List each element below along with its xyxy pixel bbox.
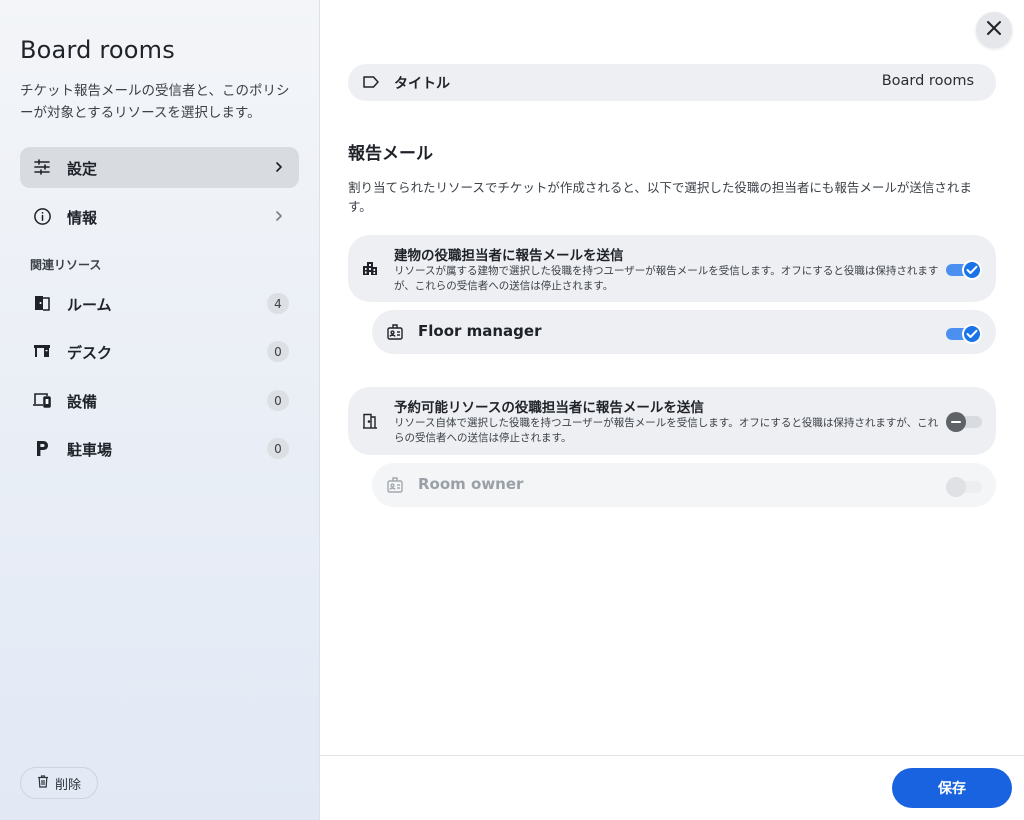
building-role-toggle[interactable]: [946, 259, 982, 281]
trash-icon: [37, 774, 49, 792]
count-badge: 0: [267, 341, 289, 362]
resource-label-desks: デスク: [67, 344, 113, 362]
parking-icon: [32, 438, 52, 458]
label-tag-icon: [362, 74, 380, 94]
resource-item-rooms[interactable]: ルーム 4: [20, 283, 299, 324]
info-icon: [32, 206, 52, 226]
resource-label-rooms: ルーム: [67, 296, 112, 314]
sliders-icon: [32, 157, 52, 177]
floor-manager-toggle[interactable]: [946, 323, 982, 345]
count-badge: 4: [267, 293, 289, 314]
policy-dialog: Board rooms チケット報告メールの受信者と、このポリシーが対象とするリ…: [0, 0, 1024, 820]
close-icon: [986, 20, 1002, 40]
building-role-description: リソースが属する建物で選択した役職を持つユーザーが報告メールを受信します。オフに…: [394, 265, 939, 292]
role-row-room-owner: Room owner: [372, 463, 996, 507]
badge-icon: [386, 323, 404, 345]
close-button[interactable]: [976, 12, 1012, 48]
resource-role-toggle[interactable]: [946, 411, 982, 433]
badge-icon: [386, 476, 404, 498]
chevron-right-icon: [271, 159, 287, 175]
role-label-floor-manager: Floor manager: [418, 322, 542, 340]
title-field-label: タイトル: [394, 76, 450, 92]
title-field[interactable]: タイトル Board rooms: [348, 64, 996, 101]
nav-label-info: 情報: [67, 209, 98, 227]
building-icon: [362, 260, 378, 280]
count-badge: 0: [267, 438, 289, 459]
sidebar-title: Board rooms: [20, 36, 175, 64]
door-icon: [32, 293, 52, 313]
role-label-room-owner: Room owner: [418, 475, 524, 493]
nav-label-settings: 設定: [67, 160, 98, 178]
resource-item-desks[interactable]: デスク 0: [20, 331, 299, 372]
delete-button[interactable]: 削除: [20, 767, 98, 799]
resource-role-description: リソース自体で選択した役職を持つユーザーが報告メールを受信します。オフにすると役…: [394, 417, 939, 444]
section-title: 報告メール: [348, 144, 433, 164]
footer-divider: [320, 755, 1024, 756]
resource-label-parking: 駐車場: [67, 441, 113, 459]
save-button[interactable]: 保存: [892, 768, 1012, 808]
sidebar-description: チケット報告メールの受信者と、このポリシーが対象とするリソースを選択します。: [20, 83, 290, 121]
resource-item-parking[interactable]: 駐車場 0: [20, 428, 299, 469]
count-badge: 0: [267, 390, 289, 411]
sidebar: Board rooms チケット報告メールの受信者と、このポリシーが対象とするリ…: [0, 0, 320, 820]
resource-role-card: 予約可能リソースの役職担当者に報告メールを送信 リソース自体で選択した役職を持つ…: [348, 387, 996, 455]
building-role-title: 建物の役職担当者に報告メールを送信: [394, 248, 624, 264]
resource-label-equipment: 設備: [67, 393, 98, 411]
room-owner-toggle: [946, 476, 982, 498]
devices-icon: [32, 390, 52, 410]
delete-label: 削除: [54, 777, 81, 793]
resource-role-title: 予約可能リソースの役職担当者に報告メールを送信: [394, 400, 704, 416]
section-description: 割り当てられたリソースでチケットが作成されると、以下で選択した役職の担当者にも報…: [348, 180, 972, 214]
room-door-icon: [362, 413, 378, 433]
role-row-floor-manager: Floor manager: [372, 310, 996, 354]
resource-item-equipment[interactable]: 設備 0: [20, 380, 299, 421]
nav-item-info[interactable]: 情報: [20, 196, 299, 237]
nav-item-settings[interactable]: 設定: [20, 147, 299, 188]
check-icon: [962, 260, 982, 280]
title-field-value: Board rooms: [881, 73, 974, 89]
chevron-right-icon: [271, 208, 287, 224]
desk-icon: [32, 341, 52, 361]
related-resources-heading: 関連リソース: [30, 258, 102, 272]
building-role-card: 建物の役職担当者に報告メールを送信 リソースが属する建物で選択した役職を持つユー…: [348, 235, 996, 302]
check-icon: [962, 324, 982, 344]
minus-icon: [946, 412, 966, 432]
